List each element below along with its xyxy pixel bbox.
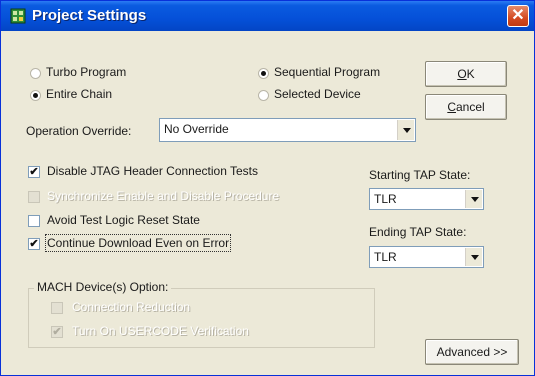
ok-accelerator: O — [457, 67, 467, 81]
ok-button[interactable]: OK — [425, 61, 507, 87]
radio-entire-chain[interactable] — [30, 90, 41, 101]
title-bar[interactable]: Project Settings ✕ — [1, 1, 534, 31]
chevron-down-icon[interactable] — [397, 120, 414, 140]
label-avoid-test-logic-reset[interactable]: Avoid Test Logic Reset State — [47, 213, 200, 227]
mach-device-options-label: MACH Device(s) Option: — [34, 280, 172, 294]
label-connection-reduction: Connection Reduction — [72, 300, 191, 314]
mach-device-options-group — [28, 288, 375, 348]
cancel-button[interactable]: Cancel — [425, 94, 507, 120]
checkbox-avoid-test-logic-reset[interactable] — [28, 215, 40, 227]
radio-turbo-program[interactable] — [30, 68, 41, 79]
cancel-accelerator: C — [447, 100, 456, 114]
ending-tap-state-select[interactable]: TLR — [369, 246, 484, 268]
checkbox-connection-reduction — [51, 302, 63, 314]
label-usercode-verification: Turn On USERCODE Verification — [72, 324, 249, 338]
ok-label-rest: K — [466, 67, 475, 81]
radio-label-selected-device[interactable]: Selected Device — [274, 87, 361, 101]
close-button[interactable]: ✕ — [507, 5, 529, 27]
label-synchronize-enable-disable: Synchronize Enable and Disable Procedure — [47, 189, 280, 203]
starting-tap-state-value: TLR — [374, 192, 397, 206]
checkbox-synchronize-enable-disable — [28, 191, 40, 203]
ending-tap-state-value: TLR — [374, 250, 397, 264]
close-icon: ✕ — [511, 7, 525, 24]
starting-tap-state-select[interactable]: TLR — [369, 188, 484, 210]
radio-label-turbo-program[interactable]: Turbo Program — [46, 65, 126, 79]
operation-override-label: Operation Override: — [26, 124, 132, 138]
chevron-down-icon[interactable] — [465, 190, 482, 208]
check-icon: ✔ — [29, 166, 39, 178]
label-continue-download-on-error[interactable]: Continue Download Even on Error — [44, 234, 232, 252]
operation-override-value: No Override — [164, 122, 229, 136]
radio-label-sequential-program[interactable]: Sequential Program — [274, 65, 380, 79]
chevron-down-icon[interactable] — [465, 248, 482, 266]
cancel-label-rest: ancel — [455, 100, 485, 114]
radio-sequential-program[interactable] — [258, 68, 269, 79]
checkbox-usercode-verification: ✔ — [51, 326, 63, 338]
check-icon: ✔ — [52, 326, 62, 338]
project-settings-icon — [10, 8, 26, 24]
advanced-button[interactable]: Advanced >> — [425, 339, 519, 365]
checkbox-continue-download-on-error[interactable]: ✔ — [28, 238, 40, 250]
checkbox-disable-jtag-header-tests[interactable]: ✔ — [28, 166, 40, 178]
label-disable-jtag-header-tests[interactable]: Disable JTAG Header Connection Tests — [47, 164, 258, 178]
window-title: Project Settings — [32, 7, 147, 24]
starting-tap-state-label: Starting TAP State: — [369, 168, 471, 182]
check-icon: ✔ — [29, 238, 39, 250]
project-settings-dialog: Project Settings ✕ Turbo Program Sequent… — [0, 0, 535, 376]
operation-override-select[interactable]: No Override — [159, 118, 416, 142]
radio-selected-device[interactable] — [258, 90, 269, 101]
radio-label-entire-chain[interactable]: Entire Chain — [46, 87, 112, 101]
ending-tap-state-label: Ending TAP State: — [369, 225, 467, 239]
